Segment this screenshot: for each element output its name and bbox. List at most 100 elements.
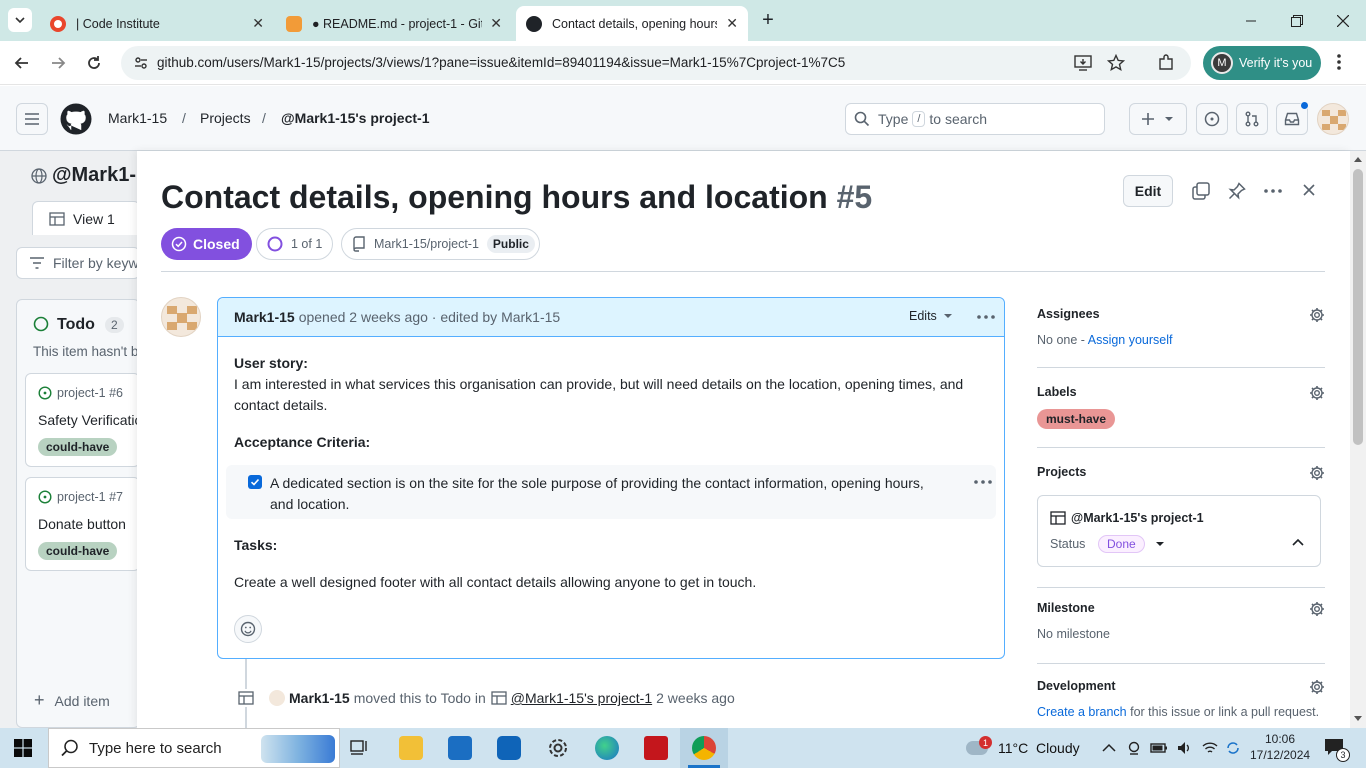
chrome-taskbar-button[interactable] [680,728,728,768]
microsoft-store-icon[interactable] [448,736,472,760]
gear-icon [1310,602,1324,616]
breadcrumb-project[interactable]: @Mark1-15's project-1 [281,110,429,126]
edits-history-button[interactable]: Edits [909,309,953,323]
comment-body: User story: I am interested in what serv… [218,337,1004,609]
event-project-link[interactable]: @Mark1-15's project-1 [511,690,652,706]
scrollbar-thumb[interactable] [1353,169,1363,445]
actor-avatar[interactable] [269,690,285,706]
add-item-button[interactable]: + Add item [34,690,110,711]
address-bar[interactable]: github.com/users/Mark1-15/projects/3/vie… [121,46,1191,80]
close-window-button[interactable] [1320,0,1366,41]
author-avatar[interactable] [161,297,201,337]
weather-widget[interactable]: 1 11°C Cloudy [966,728,1080,768]
forward-button[interactable] [48,53,68,73]
label-must-have[interactable]: must-have [1037,409,1116,429]
add-reaction-button[interactable] [234,615,262,643]
milestone-settings-button[interactable] [1309,601,1325,617]
repository-chip[interactable]: Mark1-15/project-1 Public [341,228,540,260]
labels-settings-button[interactable] [1309,385,1325,401]
extensions-icon[interactable] [1157,54,1175,72]
close-tab-icon[interactable]: ✕ [252,15,264,32]
project-board-background: @Mark1-1 View 1 Filter by keyw Todo 2 Th… [0,151,147,728]
tab-contact-details[interactable]: Contact details, opening hours ✕ [516,6,748,41]
table-icon [237,689,255,707]
comment-options-icon[interactable] [977,315,995,319]
task-text: A dedicated section is on the site for t… [270,475,924,512]
comment-author[interactable]: Mark1-15 [234,309,295,325]
projects-settings-button[interactable] [1309,465,1325,481]
sub-issues-progress[interactable]: 1 of 1 [256,228,334,260]
open-in-new-tab-icon[interactable] [1192,182,1210,200]
task-checkbox[interactable] [248,475,262,489]
page-scrollbar[interactable] [1350,151,1366,728]
url-text[interactable]: github.com/users/Mark1-15/projects/3/vie… [157,55,845,70]
create-new-button[interactable] [1129,103,1187,135]
assignees-settings-button[interactable] [1309,307,1325,323]
card-title[interactable]: Safety Verificatio [38,412,142,428]
event-actor[interactable]: Mark1-15 [289,690,350,706]
card-title[interactable]: Donate button [38,516,126,532]
board-card[interactable]: project-1 #7 Donate button could-have [25,477,140,571]
pin-icon[interactable] [1228,182,1246,200]
mcafee-icon[interactable] [644,736,668,760]
user-story-text: I am interested in what services this or… [234,376,964,413]
close-tab-icon[interactable]: ✕ [490,15,502,32]
tab-readme[interactable]: ● README.md - project-1 - Gitp ✕ [276,6,512,41]
notification-center-icon[interactable]: 3 [1324,738,1350,762]
gitpod-favicon-icon [286,15,302,32]
todo-status-icon [33,316,49,332]
bookmark-star-icon[interactable] [1107,54,1125,72]
tab-search-button[interactable] [8,8,32,32]
outlook-icon[interactable] [497,736,521,760]
issue-open-icon [38,490,52,504]
project-name[interactable]: @Mark1-15's project-1 [1071,511,1204,525]
breadcrumb-projects[interactable]: Projects [200,110,251,126]
clock[interactable]: 10:06 17/12/2024 [1250,731,1310,763]
collapse-project-button[interactable] [1292,538,1304,546]
verify-identity-button[interactable]: M Verify it's you [1203,46,1321,80]
site-info-icon[interactable] [133,55,149,71]
windows-start-icon[interactable] [14,739,32,757]
taskbar-search-input[interactable]: Type here to search [48,728,340,768]
filter-input[interactable]: Filter by keyw [16,247,140,279]
table-icon [491,691,507,705]
tab-view-1[interactable]: View 1 [32,201,140,235]
status-dropdown[interactable]: Done [1098,535,1165,553]
restore-button[interactable] [1274,0,1320,41]
visibility-badge: Public [486,235,535,253]
development-settings-button[interactable] [1309,679,1325,695]
assign-yourself-link[interactable]: Assign yourself [1088,333,1173,347]
breadcrumb-user[interactable]: Mark1-15 [108,110,167,126]
edge-browser-icon[interactable] [595,736,619,760]
search-input[interactable]: Type / to search [845,103,1105,135]
issue-closed-icon [171,236,187,252]
back-button[interactable] [12,53,32,73]
task-view-icon[interactable] [350,738,370,758]
github-logo-icon[interactable] [60,103,92,135]
file-explorer-icon[interactable] [399,736,423,760]
edit-title-button[interactable]: Edit [1123,175,1173,207]
webcam-icon [1128,741,1140,755]
pull-requests-button[interactable] [1236,103,1268,135]
hamburger-menu-button[interactable] [16,103,48,135]
table-icon [1050,511,1066,525]
caret-down-icon [943,314,952,318]
minimize-button[interactable] [1228,0,1274,41]
create-branch-link[interactable]: Create a branch [1037,705,1127,719]
reload-button[interactable] [84,53,104,73]
more-options-icon[interactable] [1264,189,1282,193]
board-card[interactable]: project-1 #6 Safety Verificatio could-ha… [25,373,142,467]
install-app-icon[interactable] [1074,54,1092,72]
tab-code-institute[interactable]: | Code Institute ✕ [40,6,274,41]
close-panel-icon[interactable] [1303,184,1315,196]
browser-menu-icon[interactable] [1336,52,1342,72]
new-tab-button[interactable]: + [756,8,780,32]
battery-icon [1150,743,1167,753]
settings-gear-icon[interactable] [546,736,570,760]
user-avatar[interactable] [1317,103,1349,135]
issues-button[interactable] [1196,103,1228,135]
close-tab-icon[interactable]: ✕ [726,15,738,32]
column-name: Todo [57,316,95,333]
task-options-icon[interactable] [974,480,992,484]
user-story-heading: User story: [234,355,308,371]
